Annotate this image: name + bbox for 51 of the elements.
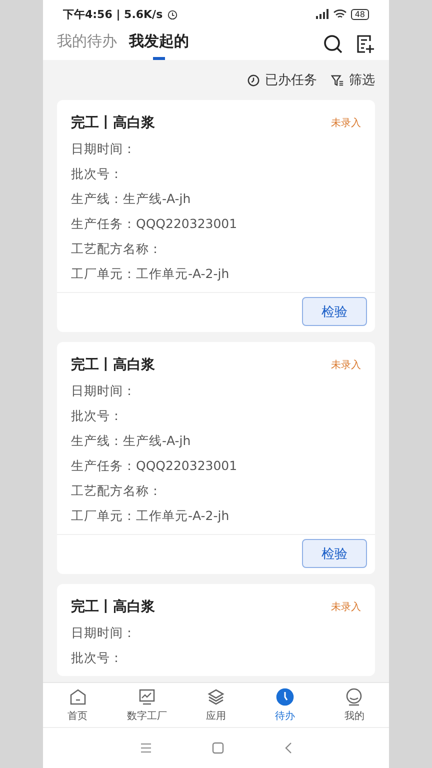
clock-icon	[275, 687, 296, 707]
card-title: 完工丨高白浆	[71, 598, 155, 616]
field-text: 生产任务：QQQ220323001	[71, 457, 238, 475]
status-time: 下午4:56 | 5.6K/s	[63, 6, 163, 22]
clock-icon	[247, 74, 260, 86]
task-card[interactable]: 完工丨高白浆 未录入 日期时间： 批次号： 生产线：生产线-A-jh 生产任务：QQQ220323001 工艺配方名称： 工厂单元：工作单元-A-2-jh 检验	[57, 342, 375, 574]
nav-tab[interactable]: 待办	[250, 683, 320, 727]
field-text: 工艺配方名称：	[71, 240, 163, 258]
nav-tab[interactable]: 应用	[181, 683, 251, 727]
field-text: 日期时间：	[71, 382, 137, 400]
field-text: 工艺配方名称：	[71, 482, 163, 500]
task-card[interactable]: 完工丨高白浆 未录入 日期时间： 批次号： 生产线：生产线-A-jh 生产任务：QQQ220323001 工艺配方名称： 工厂单元：工作单元-A-2-jh 检验	[57, 100, 375, 332]
field-text: 日期时间：	[71, 140, 137, 158]
nav-tab[interactable]: 我的	[320, 683, 390, 727]
inspect-button[interactable]: 检验	[302, 297, 367, 326]
card-title: 完工丨高白浆	[71, 356, 155, 374]
status-label: 未录入	[331, 116, 361, 130]
home-key-icon[interactable]	[212, 742, 224, 754]
filter-icon	[331, 74, 344, 86]
signal-icon	[314, 9, 329, 19]
battery-level: 48	[350, 8, 369, 20]
status-label: 未录入	[331, 358, 361, 372]
field-text: 生产线：生产线-A-jh	[71, 432, 192, 450]
layers-icon	[206, 687, 226, 707]
field-text: 生产线：生产线-A-jh	[71, 190, 192, 208]
field-text: 日期时间：	[71, 624, 137, 642]
add-note-icon[interactable]	[355, 34, 375, 54]
field-text: 工厂单元：工作单元-A-2-jh	[71, 265, 230, 283]
status-label: 未录入	[331, 600, 361, 614]
tab[interactable]: 我发起的	[129, 28, 189, 60]
filter-button[interactable]: 筛选	[331, 71, 375, 89]
card-title: 完工丨高白浆	[71, 114, 155, 132]
smiley-icon	[344, 687, 364, 707]
field-text: 工厂单元：工作单元-A-2-jh	[71, 507, 230, 525]
task-card[interactable]: 完工丨高白浆 未录入 日期时间： 批次号：	[57, 584, 375, 676]
tab[interactable]: 我的待办	[57, 28, 117, 60]
alarm-icon	[166, 8, 178, 20]
menu-icon[interactable]	[140, 743, 152, 753]
field-text: 批次号：	[71, 407, 124, 425]
nav-tab[interactable]: 首页	[43, 683, 112, 727]
house-icon	[68, 687, 88, 707]
inspect-button[interactable]: 检验	[302, 539, 367, 568]
field-text: 生产任务：QQQ220323001	[71, 215, 238, 233]
back-icon[interactable]	[284, 742, 292, 754]
done-tasks-button[interactable]: 已办任务	[247, 71, 317, 89]
nav-tab[interactable]: 数字工厂	[112, 683, 182, 727]
field-text: 批次号：	[71, 649, 124, 667]
search-icon[interactable]	[323, 34, 343, 54]
field-text: 批次号：	[71, 165, 124, 183]
chart-monitor-icon	[136, 687, 157, 707]
wifi-icon	[332, 9, 347, 19]
